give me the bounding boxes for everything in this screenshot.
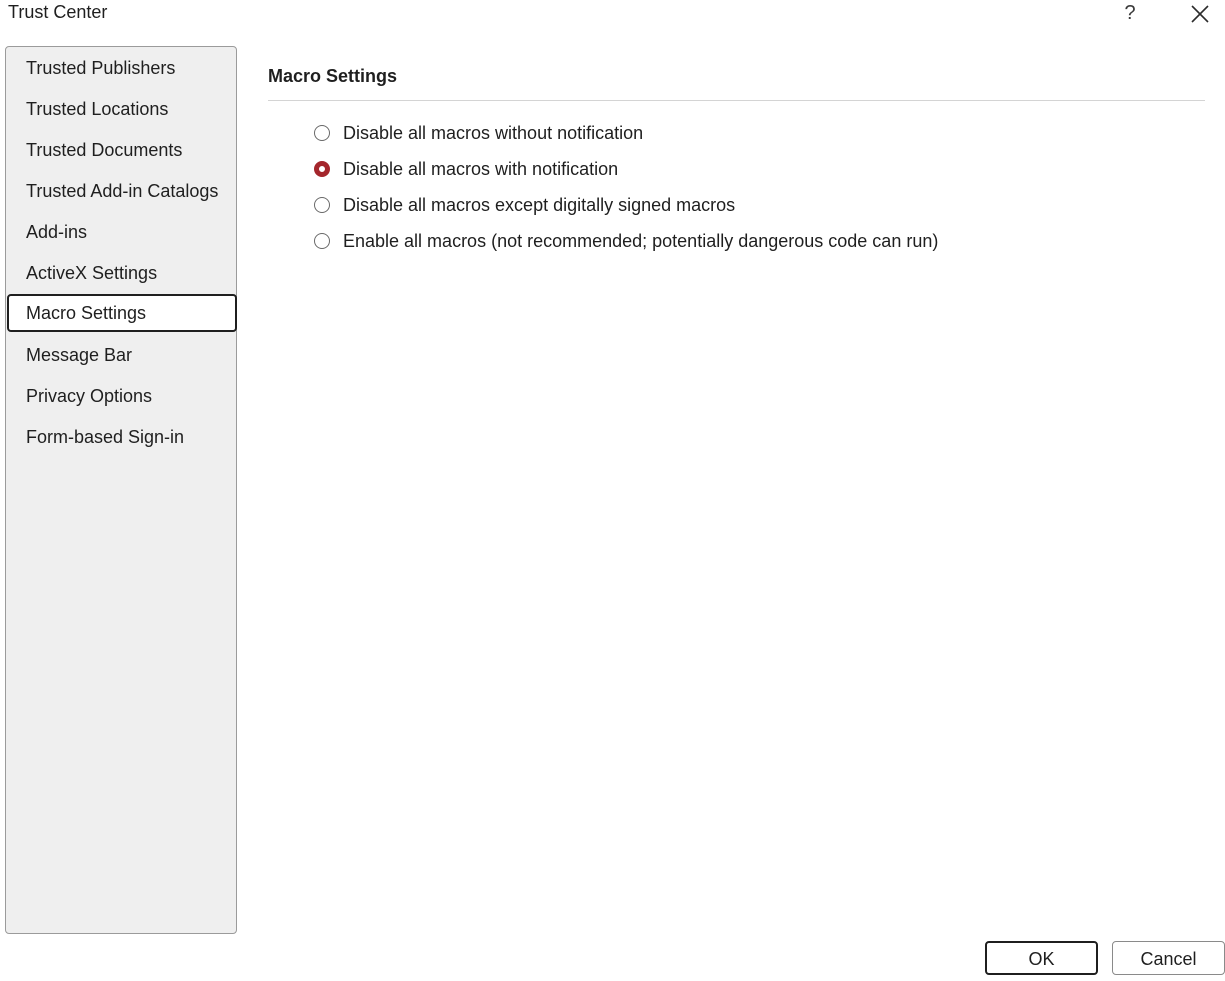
sidebar-item-macro-settings[interactable]: Macro Settings <box>7 294 237 332</box>
radio-unchecked-icon[interactable] <box>314 233 330 249</box>
section-title: Macro Settings <box>268 66 398 86</box>
close-x-icon <box>1191 5 1209 23</box>
ok-button[interactable]: OK <box>985 941 1098 975</box>
sidebar-item-message-bar[interactable]: Message Bar <box>7 336 237 374</box>
radio-option-disable-without-notification[interactable]: Disable all macros without notification <box>314 119 643 147</box>
radio-unchecked-icon[interactable] <box>314 197 330 213</box>
title-bar: Trust Center ? <box>0 0 1225 30</box>
radio-label: Disable all macros without notification <box>343 122 644 143</box>
dialog-title: Trust Center <box>8 2 108 22</box>
cancel-button[interactable]: Cancel <box>1112 941 1225 975</box>
radio-option-disable-with-notification[interactable]: Disable all macros with notification <box>314 155 618 183</box>
radio-option-disable-except-signed[interactable]: Disable all macros except digitally sign… <box>314 191 735 219</box>
radio-label: Enable all macros (not recommended; pote… <box>343 230 939 251</box>
sidebar-item-trusted-addin-catalogs[interactable]: Trusted Add-in Catalogs <box>7 172 237 210</box>
trust-center-dialog: Trust Center ? Trusted Publishers Truste… <box>0 0 1225 981</box>
sidebar-item-trusted-locations[interactable]: Trusted Locations <box>7 90 237 128</box>
radio-unchecked-icon[interactable] <box>314 125 330 141</box>
sidebar-nav: Trusted Publishers Trusted Locations Tru… <box>5 46 237 934</box>
sidebar-item-privacy-options[interactable]: Privacy Options <box>7 377 237 415</box>
radio-checked-icon[interactable] <box>314 161 330 177</box>
sidebar-item-form-based-sign-in[interactable]: Form-based Sign-in <box>7 418 237 456</box>
radio-label: Disable all macros except digitally sign… <box>343 194 736 215</box>
section-divider <box>268 100 1205 101</box>
sidebar-item-activex-settings[interactable]: ActiveX Settings <box>7 254 237 292</box>
radio-option-enable-all[interactable]: Enable all macros (not recommended; pote… <box>314 227 938 255</box>
close-icon[interactable] <box>1185 0 1215 28</box>
sidebar-item-trusted-publishers[interactable]: Trusted Publishers <box>7 49 237 87</box>
help-question-icon[interactable]: ? <box>1117 0 1143 28</box>
radio-label: Disable all macros with notification <box>343 158 619 179</box>
sidebar-item-trusted-documents[interactable]: Trusted Documents <box>7 131 237 169</box>
sidebar-item-addins[interactable]: Add-ins <box>7 213 237 251</box>
